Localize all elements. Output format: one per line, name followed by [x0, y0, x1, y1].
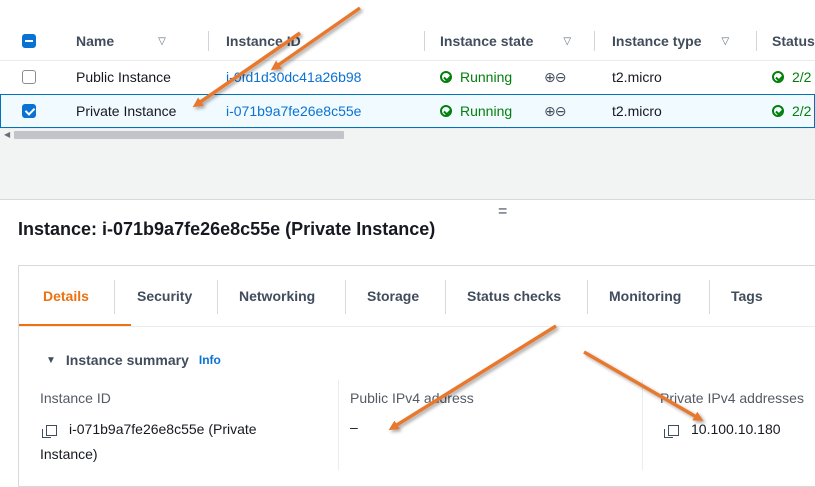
sort-icon[interactable]: ▽ [563, 36, 571, 47]
column-header-instance-state[interactable]: Instance state ▽ [440, 22, 571, 60]
status-checks[interactable]: 2/2 [772, 94, 811, 128]
instance-name: Private Instance [76, 103, 177, 119]
tab-tags[interactable]: Tags [731, 288, 763, 304]
instance-id-link[interactable]: i-071b9a7fe26e8c55e [226, 94, 361, 128]
instance-id-link[interactable]: i-0fd1d30dc41a26b98 [226, 60, 361, 94]
check-circle-icon [772, 105, 784, 117]
instance-id-value: i-071b9a7fe26e8c55e (Private [42, 421, 257, 438]
check-circle-icon [772, 71, 784, 83]
table-header: Name ▽ Instance ID Instance state ▽ Inst… [0, 22, 815, 61]
scrollbar-thumb[interactable] [14, 131, 344, 139]
instance-state: Running [440, 94, 512, 128]
table-row-selected[interactable]: Private Instance i-071b9a7fe26e8c55e Run… [0, 94, 815, 128]
tab-storage[interactable]: Storage [367, 288, 419, 304]
instance-type: t2.micro [612, 69, 662, 85]
instances-table: Name ▽ Instance ID Instance state ▽ Inst… [0, 22, 815, 128]
tab-networking[interactable]: Networking [239, 288, 315, 304]
instance-state: Running [440, 60, 512, 94]
check-circle-icon [440, 105, 452, 117]
tab-security[interactable]: Security [137, 288, 192, 304]
column-header-name[interactable]: Name ▽ [76, 22, 166, 60]
public-ipv4-label: Public IPv4 address [350, 390, 474, 406]
panel-title: Instance: i-071b9a7fe26e8c55e (Private I… [18, 219, 436, 239]
check-circle-icon [440, 71, 452, 83]
tab-monitoring[interactable]: Monitoring [609, 288, 681, 304]
horizontal-scrollbar[interactable]: ◀ [0, 128, 815, 141]
copy-icon[interactable] [42, 424, 57, 438]
info-link[interactable]: Info [199, 353, 221, 367]
tab-status-checks[interactable]: Status checks [467, 288, 561, 304]
scroll-left-icon[interactable]: ◀ [4, 130, 10, 139]
select-all-checkbox[interactable] [22, 34, 36, 48]
zoom-icons[interactable]: ⊕⊖ [544, 94, 566, 128]
column-header-status[interactable]: Status [772, 22, 815, 60]
sort-icon[interactable]: ▽ [721, 36, 729, 47]
zoom-icons[interactable]: ⊕⊖ [544, 60, 566, 94]
private-ipv4-label: Private IPv4 addresses [660, 390, 804, 406]
instance-summary-toggle[interactable]: ▼ Instance summary Info [46, 352, 221, 368]
column-header-instance-id[interactable]: Instance ID [226, 22, 301, 60]
public-ipv4-value: – [350, 419, 358, 435]
private-ipv4-value: 10.100.10.180 [664, 421, 781, 438]
row-checkbox[interactable] [22, 70, 36, 84]
tab-details[interactable]: Details [43, 288, 89, 304]
instance-name: Public Instance [76, 69, 171, 85]
row-checkbox[interactable] [22, 104, 36, 118]
table-row[interactable]: Public Instance i-0fd1d30dc41a26b98 Runn… [0, 60, 815, 95]
caret-down-icon: ▼ [46, 354, 56, 366]
column-header-instance-type[interactable]: Instance type ▽ [612, 22, 729, 60]
instance-type: t2.micro [612, 103, 662, 119]
details-container: Details Security Networking Storage Stat… [18, 265, 815, 487]
copy-icon[interactable] [664, 424, 679, 438]
status-checks[interactable]: 2/2 [772, 60, 811, 94]
instance-id-value-line2: Instance) [40, 446, 98, 462]
split-panel-divider [0, 141, 815, 200]
sort-icon[interactable]: ▽ [158, 36, 166, 47]
drag-handle-icon[interactable]: = [498, 203, 507, 221]
instance-id-label: Instance ID [40, 390, 111, 406]
